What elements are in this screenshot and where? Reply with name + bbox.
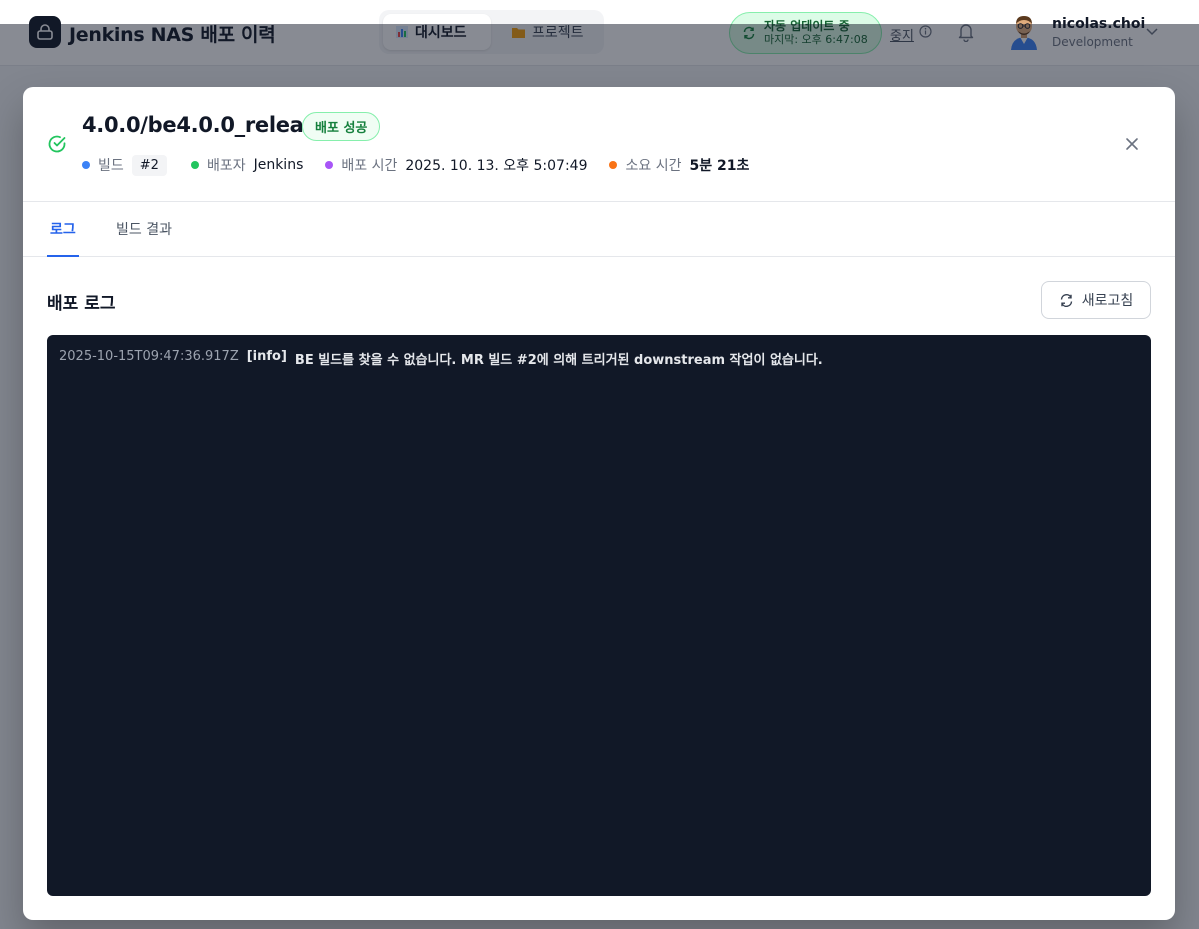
modal-tabs: 로그 빌드 결과 [23,202,1175,257]
deployment-meta: 빌드 #2 배포자 Jenkins 배포 시간 2025. 10. 13. 오후… [82,153,771,177]
tab-build-results[interactable]: 빌드 결과 [116,202,172,256]
log-level: [info] [246,349,287,364]
duration-value: 5분 21초 [689,158,750,174]
tab-logs[interactable]: 로그 [47,202,79,257]
deployer-value: Jenkins [253,157,304,173]
build-label: 빌드 [98,158,124,174]
deployer-label: 배포자 [206,158,246,174]
close-icon[interactable] [1124,136,1140,152]
refresh-label: 새로고침 [1081,293,1134,309]
refresh-button[interactable]: 새로고침 [1041,281,1151,319]
check-circle-icon [48,135,66,153]
log-line: 2025-10-15T09:47:36.917Z [info] BE 빌드를 찾… [59,349,1139,368]
refresh-icon [1060,293,1072,307]
log-viewer[interactable]: 2025-10-15T09:47:36.917Z [info] BE 빌드를 찾… [47,335,1151,896]
build-dot-icon [82,161,90,169]
duration-dot-icon [609,161,618,169]
build-number: #2 [131,154,167,176]
deploy-time-value: 2025. 10. 13. 오후 5:07:49 [405,158,588,174]
time-dot-icon [325,161,334,169]
deployment-detail-modal: 4.0.0/be4.0.0_release 배포 성공 빌드 #2 배포자 Je… [23,87,1175,920]
section-title: 배포 로그 [47,294,116,314]
log-message: BE 빌드를 찾을 수 없습니다. MR 빌드 #2에 의해 트리거된 down… [294,353,823,368]
deployment-title: 4.0.0/be4.0.0_release [82,113,330,137]
modal-header: 4.0.0/be4.0.0_release 배포 성공 빌드 #2 배포자 Je… [23,87,1175,202]
status-badge: 배포 성공 [302,112,381,141]
deployer-dot-icon [190,161,199,169]
log-timestamp: 2025-10-15T09:47:36.917Z [59,349,239,364]
duration-label: 소요 시간 [625,158,682,174]
deploy-time-label: 배포 시간 [341,158,398,174]
